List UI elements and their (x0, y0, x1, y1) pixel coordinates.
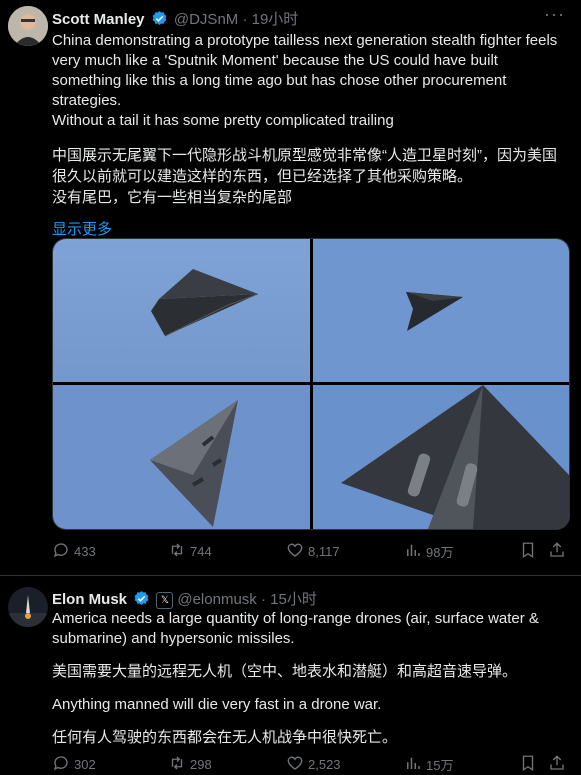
tweet-elon-musk[interactable]: Elon Musk 𝕏 @elonmusk · 15小时 America need… (0, 576, 581, 774)
x-affiliate-badge[interactable]: 𝕏 (156, 592, 174, 609)
repost-icon (168, 541, 186, 562)
views-button[interactable]: 15万 (404, 754, 453, 775)
tweet-scott-manley[interactable]: Scott Manley @DJSnM · 19小时 ··· China dem… (0, 0, 581, 578)
author-handle[interactable]: @elonmusk (177, 591, 256, 608)
text-line: China demonstrating a prototype tailless… (52, 32, 558, 109)
text-line: 中国展示无尾翼下一代隐形战斗机原型感觉非常像“人造卫星时刻”，因为美国很久以前就… (52, 147, 557, 185)
repost-count: 298 (190, 757, 212, 772)
views-count: 98万 (426, 545, 454, 560)
views-icon (404, 541, 422, 562)
repost-icon (168, 754, 186, 775)
photo-3[interactable] (53, 385, 310, 529)
reply-count: 302 (74, 757, 96, 772)
text-paragraph: America needs a large quantity of long-r… (52, 610, 539, 647)
reply-button[interactable]: 433 (52, 541, 96, 562)
text-paragraph: 美国需要大量的远程无人机（空中、地表水和潜艇）和高超音速导弹。 (52, 663, 518, 680)
share-icon[interactable] (548, 541, 566, 559)
reply-icon (52, 541, 70, 562)
tweet-text: China demonstrating a prototype tailless… (52, 31, 567, 240)
tweet-text: America needs a large quantity of long-r… (52, 609, 567, 748)
like-icon (286, 541, 304, 562)
verified-icon (151, 10, 168, 31)
text-paragraph: Anything manned will die very fast in a … (52, 696, 382, 713)
reply-count: 433 (74, 544, 96, 559)
more-icon[interactable]: ··· (544, 4, 565, 25)
tweet-header: Elon Musk 𝕏 @elonmusk · 15小时 (52, 588, 317, 611)
text-line: 没有尾巴，它有一些相当复杂的尾部 (52, 189, 293, 206)
like-count: 8,117 (308, 544, 340, 559)
photo-2[interactable] (313, 239, 569, 382)
bookmark-icon[interactable] (519, 754, 537, 772)
avatar[interactable] (8, 587, 48, 627)
share-icon[interactable] (548, 754, 566, 772)
media-grid[interactable] (52, 238, 570, 530)
avatar[interactable] (8, 6, 48, 46)
reply-icon (52, 754, 70, 775)
views-button[interactable]: 98万 (404, 541, 453, 562)
repost-button[interactable]: 744 (168, 541, 212, 562)
author-name[interactable]: Scott Manley (52, 11, 145, 28)
verified-icon (133, 590, 150, 611)
author-handle[interactable]: @DJSnM (174, 11, 238, 28)
text-paragraph: 任何有人驾驶的东西都会在无人机战争中很快死亡。 (52, 729, 398, 746)
like-count: 2,523 (308, 757, 341, 772)
show-more-link[interactable]: 显示更多 (52, 220, 567, 240)
reply-button[interactable]: 302 (52, 754, 96, 775)
text-line: Without a tail it has some pretty compli… (52, 112, 394, 129)
like-button[interactable]: 2,523 (286, 754, 341, 775)
tweet-actions: 433 744 8,117 98万 (52, 541, 567, 561)
like-button[interactable]: 8,117 (286, 541, 340, 562)
photo-1[interactable] (53, 239, 310, 382)
repost-count: 744 (190, 544, 212, 559)
repost-button[interactable]: 298 (168, 754, 212, 775)
tweet-time[interactable]: · 15小时 (261, 591, 317, 608)
views-count: 15万 (426, 758, 454, 773)
tweet-time[interactable]: · 19小时 (242, 11, 298, 28)
author-name[interactable]: Elon Musk (52, 591, 127, 608)
photo-4[interactable] (313, 385, 569, 529)
views-icon (404, 754, 422, 775)
like-icon (286, 754, 304, 775)
tweet-header: Scott Manley @DJSnM · 19小时 (52, 8, 298, 31)
bookmark-icon[interactable] (519, 541, 537, 559)
tweet-actions: 302 298 2,523 15万 (52, 754, 567, 774)
